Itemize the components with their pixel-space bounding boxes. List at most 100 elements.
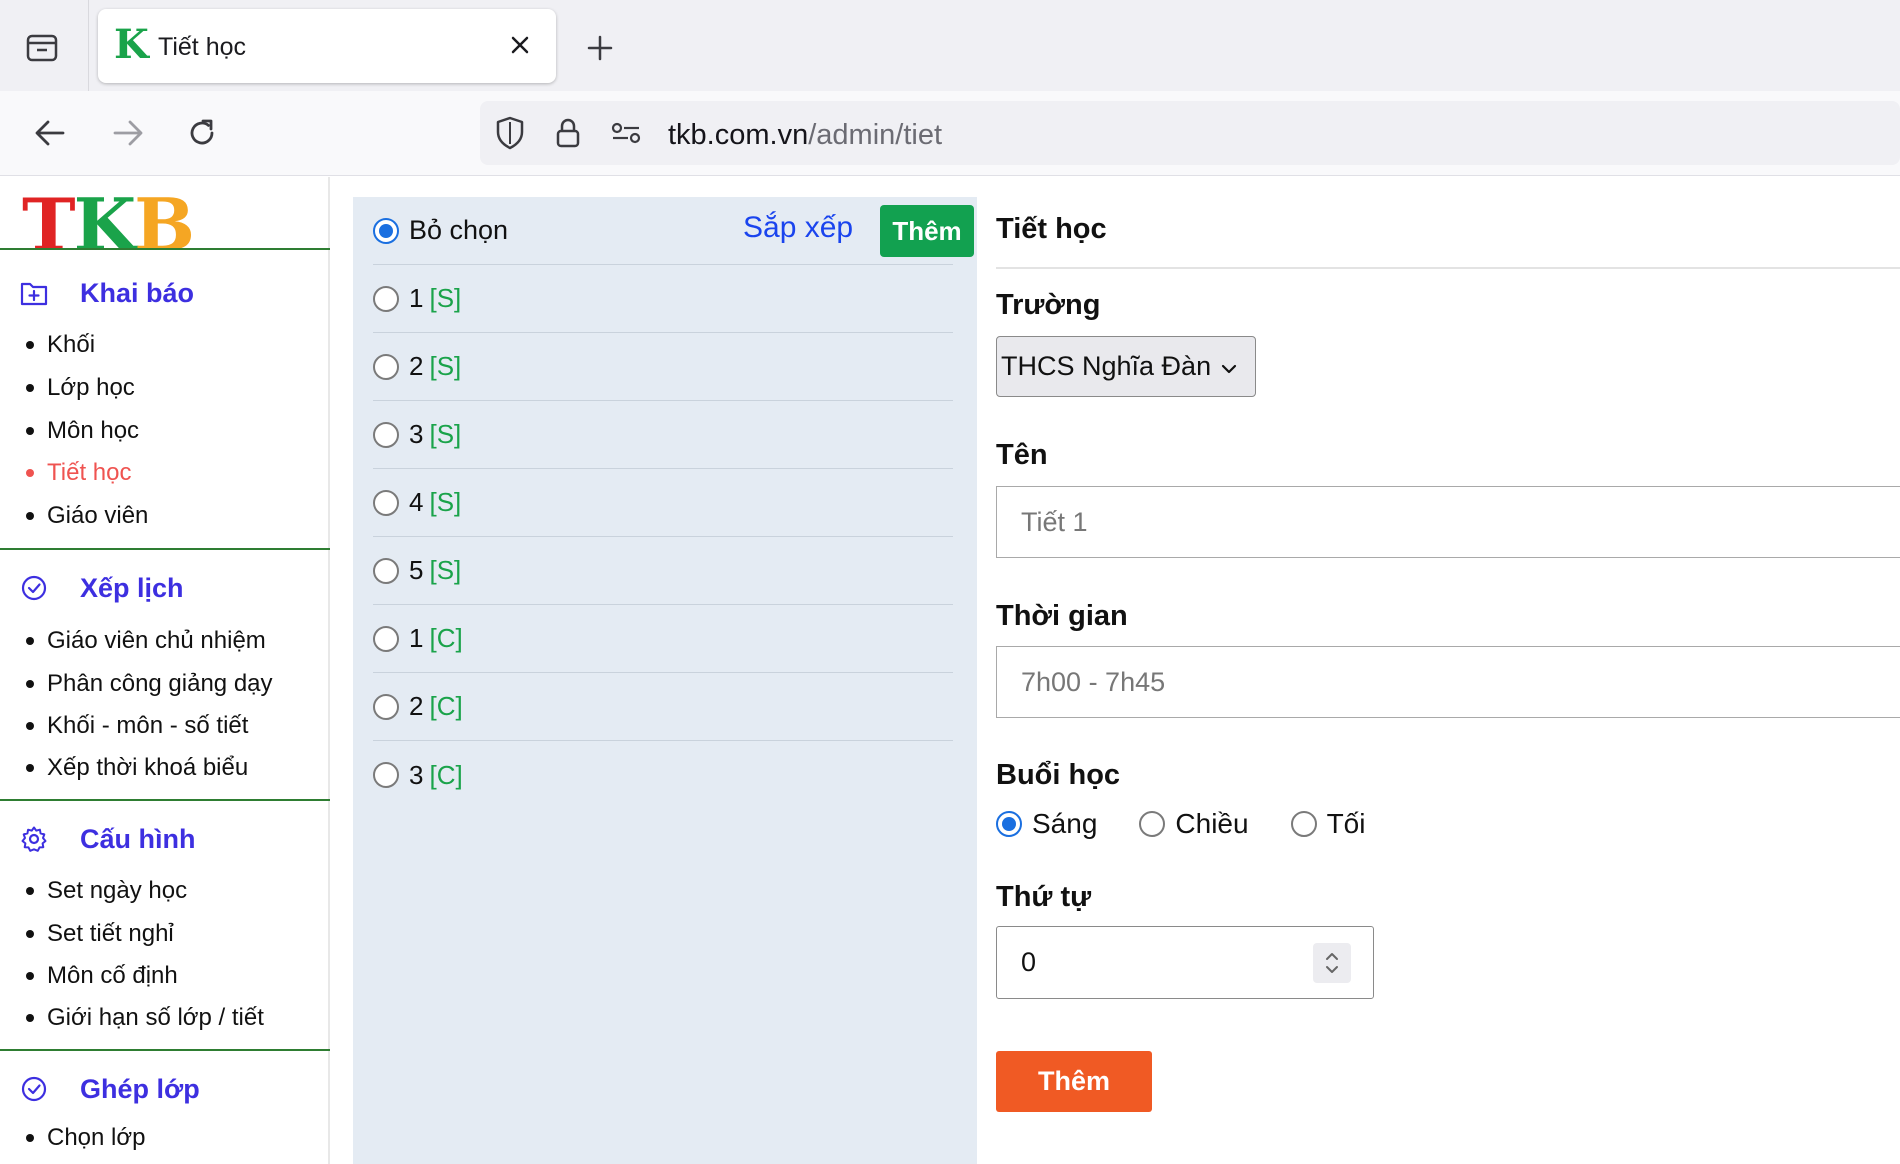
tkb-logo[interactable]: TKB: [22, 185, 195, 265]
time-label: Thời gian: [996, 600, 1128, 632]
browser-nav-bar: tkb.com.vn/admin/tiet: [0, 91, 1900, 176]
number-spinner[interactable]: [1313, 943, 1351, 983]
bullet: [26, 341, 34, 349]
address-bar[interactable]: tkb.com.vn/admin/tiet: [480, 101, 1900, 165]
session-radio-sang[interactable]: [996, 811, 1022, 837]
session-radio-toi[interactable]: [1290, 811, 1317, 837]
plus-square-icon: [18, 277, 50, 309]
sidebar-item-gioi-han-so-lop-tiet[interactable]: Giới hạn số lớp / tiết: [26, 1004, 264, 1032]
section-header-ghep-lop[interactable]: Ghép lớp: [18, 1069, 200, 1109]
sidebar-item-xep-thoi-khoa-bieu[interactable]: Xếp thời khoá biểu: [26, 754, 248, 782]
sidebar-item-mon-co-dinh[interactable]: Môn cố định: [26, 962, 178, 990]
bullet: [26, 384, 34, 392]
list-item-radio[interactable]: [373, 625, 399, 652]
list-item-radio[interactable]: [373, 762, 399, 788]
page-content: TKB Khai báo Khối Lớp học Môn học Tiết h…: [0, 177, 1900, 1164]
sidebar-item-lop-hoc[interactable]: Lớp học: [26, 374, 135, 402]
list-item-radio[interactable]: [373, 693, 399, 720]
sidebar-item-khoi-mon-so-tiet[interactable]: Khối - môn - số tiết: [26, 712, 248, 740]
deselect-radio[interactable]: [373, 217, 399, 244]
list-item[interactable]: 1 [C]: [373, 605, 953, 673]
bullet: [26, 637, 34, 645]
session-option-sang[interactable]: Sáng: [996, 808, 1097, 840]
site-favicon: K: [114, 21, 149, 68]
reload-button[interactable]: [180, 111, 224, 155]
list-item[interactable]: 5 [S]: [373, 537, 953, 605]
bullet: [26, 512, 34, 520]
site-permissions-icon[interactable]: [608, 115, 644, 151]
url-host: tkb.com.vn: [668, 119, 809, 151]
check-circle-icon: [18, 1073, 50, 1105]
school-select[interactable]: THCS Nghĩa Đàn: [996, 336, 1256, 397]
section-header-khai-bao[interactable]: Khai báo: [18, 273, 194, 313]
bullet: [26, 930, 34, 938]
sidebar-item-set-tiet-nghi[interactable]: Set tiết nghỉ: [26, 920, 174, 948]
sidebar-item-tiet-hoc[interactable]: Tiết học: [26, 459, 131, 487]
bullet: [26, 1134, 34, 1142]
list-item-radio[interactable]: [373, 557, 399, 584]
sidebar-item-chon-lop[interactable]: Chọn lớp: [26, 1124, 145, 1152]
session-option-toi[interactable]: Tối: [1290, 808, 1365, 840]
new-tab-button[interactable]: [578, 26, 622, 70]
list-item[interactable]: 2 [C]: [373, 673, 953, 741]
list-item-radio[interactable]: [373, 489, 399, 516]
browser-tab[interactable]: K Tiết học: [98, 9, 556, 83]
form-title: Tiết học: [996, 213, 1107, 245]
name-label: Tên: [996, 439, 1048, 471]
lock-icon[interactable]: [550, 115, 586, 151]
shield-icon[interactable]: [492, 115, 528, 151]
period-form: Tiết học Trường THCS Nghĩa Đàn Tên Tiết …: [996, 177, 1900, 1164]
list-item[interactable]: 1 [S]: [373, 265, 953, 333]
list-item[interactable]: 3 [C]: [373, 741, 953, 809]
back-button[interactable]: [28, 111, 72, 155]
section-header-xep-lich[interactable]: Xếp lịch: [18, 568, 184, 608]
session-radio-group: Sáng Chiều Tối: [996, 804, 1407, 844]
section-divider: [0, 1049, 330, 1051]
name-input-placeholder: Tiết 1: [1021, 506, 1088, 537]
session-option-chieu[interactable]: Chiều: [1139, 808, 1249, 840]
submit-add-button[interactable]: Thêm: [996, 1051, 1152, 1112]
sidebar-item-giao-vien[interactable]: Giáo viên: [26, 502, 148, 530]
section-title: Xếp lịch: [80, 572, 184, 603]
session-label: Buổi học: [996, 759, 1121, 791]
sidebar-item-set-ngay-hoc[interactable]: Set ngày học: [26, 877, 187, 905]
session-radio-chieu[interactable]: [1139, 811, 1166, 837]
browser-tab-bar: K Tiết học: [0, 0, 1900, 91]
chevron-down-icon: [1221, 351, 1237, 382]
reload-icon: [190, 119, 214, 145]
url-text[interactable]: tkb.com.vn/admin/tiet: [668, 119, 942, 152]
add-button[interactable]: Thêm: [880, 205, 974, 257]
bullet: [26, 680, 34, 688]
section-header-cau-hinh[interactable]: Cấu hình: [18, 819, 196, 859]
list-item-radio[interactable]: [373, 421, 399, 448]
deselect-label[interactable]: Bỏ chọn: [409, 215, 508, 246]
list-item[interactable]: 4 [S]: [373, 469, 953, 537]
url-path: /admin/tiet: [808, 119, 943, 151]
list-item[interactable]: 3 [S]: [373, 401, 953, 469]
list-item-radio[interactable]: [373, 353, 399, 380]
close-icon[interactable]: [502, 27, 538, 63]
order-input-value: 0: [1021, 947, 1037, 977]
list-item-radio[interactable]: [373, 285, 399, 312]
section-divider: [0, 248, 330, 250]
section-divider: [0, 548, 330, 550]
time-input-placeholder: 7h00 - 7h45: [1021, 666, 1166, 697]
section-title: Ghép lớp: [80, 1073, 200, 1104]
bullet: [26, 972, 34, 980]
name-input[interactable]: Tiết 1: [996, 486, 1900, 558]
arrow-left-icon: [35, 120, 65, 146]
time-input[interactable]: 7h00 - 7h45: [996, 646, 1900, 718]
sidebar-item-giao-vien-chu-nhiem[interactable]: Giáo viên chủ nhiệm: [26, 627, 266, 655]
list-header-row: Bỏ chọn Sắp xếp Thêm: [373, 197, 974, 265]
sidebar: TKB Khai báo Khối Lớp học Môn học Tiết h…: [0, 177, 330, 1164]
check-circle-icon: [18, 572, 50, 604]
forward-button[interactable]: [106, 111, 150, 155]
sidebar-item-mon-hoc[interactable]: Môn học: [26, 417, 139, 445]
sort-link[interactable]: Sắp xếp: [743, 211, 853, 245]
sidebar-item-khoi[interactable]: Khối: [26, 331, 95, 359]
tab-overview-icon[interactable]: [18, 28, 66, 68]
sidebar-item-phan-cong-giang-day[interactable]: Phân công giảng dạy: [26, 670, 273, 698]
list-item[interactable]: 2 [S]: [373, 333, 953, 401]
section-divider: [0, 799, 330, 801]
order-input[interactable]: 0: [996, 926, 1374, 999]
